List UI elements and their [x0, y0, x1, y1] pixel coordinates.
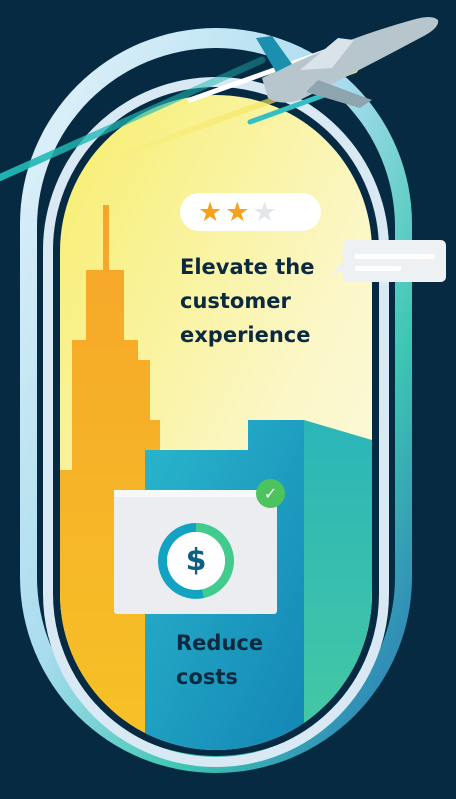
caption: Reduce costs: [176, 626, 316, 694]
star-rating: ★ ★ ★: [180, 193, 321, 231]
dollar-icon: $: [185, 543, 207, 578]
star-icon: ★: [252, 196, 277, 228]
illustration: ★ ★ ★ Elevate the customer experience $ …: [0, 0, 456, 799]
caption-line: Reduce: [176, 631, 264, 655]
star-icon: ★: [225, 196, 250, 228]
headline-line: experience: [180, 323, 311, 347]
check-circle-icon: ✓: [256, 479, 285, 508]
headline-line: customer: [180, 289, 291, 313]
caption-line: costs: [176, 665, 238, 689]
headline-line: Elevate the: [180, 255, 315, 279]
star-icon: ★: [198, 196, 223, 228]
airplane-icon: [256, 17, 439, 108]
headline: Elevate the customer experience: [180, 250, 350, 352]
